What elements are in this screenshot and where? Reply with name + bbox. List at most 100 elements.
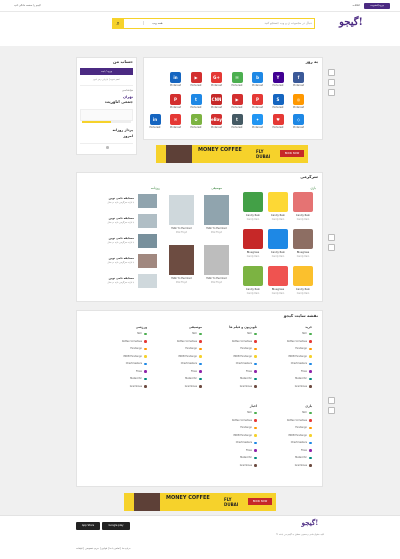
site-tile-label[interactable]: Pinterest	[290, 126, 308, 129]
game-thumbnail[interactable]	[293, 266, 313, 286]
album-cover[interactable]	[204, 195, 229, 225]
site-tile-icon[interactable]: f	[293, 72, 304, 83]
sitemap-link[interactable]: Fandango	[156, 347, 197, 351]
sitemap-link[interactable]: Metacritic	[266, 377, 307, 381]
google-play-badge[interactable]: Google play	[102, 522, 130, 530]
footer-logo[interactable]: گیجو!	[298, 517, 322, 529]
game-thumbnail[interactable]	[243, 192, 263, 212]
footer-links[interactable]: درباره ما | تماس با ما | قوانین | حریم خ…	[76, 547, 166, 551]
sitemap-link[interactable]: Nim	[266, 411, 307, 415]
sitemap-link[interactable]: Chartmasters	[266, 441, 307, 445]
sitemap-link[interactable]: Flixsi	[211, 370, 252, 374]
sitemap-link[interactable]: Gramlines	[101, 385, 142, 389]
logo[interactable]: گیجو!	[337, 14, 365, 31]
game-thumbnail[interactable]	[243, 266, 263, 286]
sitemap-link[interactable]: Nim	[211, 411, 252, 415]
site-tile-icon[interactable]: ✿	[190, 114, 202, 125]
sitemap-link[interactable]: Nim	[211, 332, 252, 336]
ad-cta[interactable]: BOOK NOW	[280, 150, 304, 157]
sitemap-link[interactable]: Chartmasters	[211, 362, 252, 366]
sitemap-link[interactable]: IMDB Fandango	[101, 355, 142, 359]
site-tile-icon[interactable]: ♥	[272, 114, 284, 125]
site-tile-label[interactable]: Pinterest	[146, 126, 164, 129]
site-tile-label[interactable]: Pinterest	[269, 126, 287, 129]
sitemap-link[interactable]: Chartmasters	[266, 362, 307, 366]
game-thumbnail[interactable]	[293, 229, 313, 249]
sitemap-link[interactable]: Nim	[101, 332, 142, 336]
site-tile-icon[interactable]: ◇	[293, 114, 304, 125]
login-button[interactable]: ورود / ثبت	[80, 68, 133, 75]
site-tile-label[interactable]: Pinterest	[249, 106, 267, 109]
sitemap-link[interactable]: Gramlines	[156, 385, 197, 389]
chat-icon-2[interactable]	[328, 244, 335, 251]
sitemap-link[interactable]: Fandango	[211, 426, 252, 430]
news-title[interactable]: مسابقه نامی نوین	[86, 196, 134, 200]
news-title[interactable]: مسابقه نامی نوین	[86, 276, 134, 280]
user-button[interactable]: ورود/عضویت	[364, 3, 390, 9]
site-tile-icon[interactable]: P	[170, 94, 181, 105]
app-store-badge[interactable]: App Store	[76, 522, 100, 530]
site-tile-label[interactable]: Pinterest	[269, 84, 287, 87]
sitemap-link[interactable]: Metacritic	[266, 456, 307, 460]
site-tile-label[interactable]: Pinterest	[228, 106, 246, 109]
bookmark-icon[interactable]	[328, 79, 335, 86]
site-tile-label[interactable]: Pinterest	[187, 126, 205, 129]
ad-cta[interactable]: BOOK NOW	[248, 498, 272, 505]
sitemap-link[interactable]: Gramlines	[211, 464, 252, 468]
site-tile-label[interactable]: Pinterest	[167, 106, 185, 109]
ad-banner-bottom[interactable]: MONEY COFFEE FLY DUBAI BOOK NOW	[124, 493, 276, 511]
sitemap-link[interactable]: Metacritic	[211, 456, 252, 460]
set-homepage-link[interactable]: گیجو را صفحه خانگی کنید	[14, 4, 54, 8]
sitemap-link[interactable]: Gramlines	[266, 464, 307, 468]
game-thumbnail[interactable]	[293, 192, 313, 212]
sitemap-link[interactable]: Metacritic	[211, 377, 252, 381]
site-tile-label[interactable]: Pinterest	[208, 106, 226, 109]
game-thumbnail[interactable]	[268, 266, 288, 286]
sitemap-link[interactable]: IMDB Fandango	[266, 434, 307, 438]
news-thumbnail[interactable]	[138, 274, 157, 288]
map-icon-2[interactable]	[328, 407, 335, 414]
site-tile-icon[interactable]: ▶	[231, 94, 243, 105]
news-thumbnail[interactable]	[138, 234, 157, 248]
sitemap-link[interactable]: Rotten tomatoes	[266, 419, 307, 423]
site-tile-icon[interactable]: in	[170, 72, 181, 83]
site-tile-icon[interactable]: S	[272, 94, 284, 105]
search-button[interactable]: ⌕	[112, 18, 124, 29]
sitemap-link[interactable]: IMDB Fandango	[211, 434, 252, 438]
site-tile-label[interactable]: Pinterest	[249, 84, 267, 87]
site-tile-icon[interactable]: ◎	[293, 94, 304, 105]
news-thumbnail[interactable]	[138, 254, 157, 268]
sitemap-link[interactable]: Flixsi	[211, 449, 252, 453]
sitemap-link[interactable]: Flixsi	[266, 370, 307, 374]
sitemap-link[interactable]: Gramlines	[266, 385, 307, 389]
site-tile-icon[interactable]: Y	[272, 72, 284, 83]
sitemap-link[interactable]: Rotten tomatoes	[266, 340, 307, 344]
game-thumbnail[interactable]	[268, 229, 288, 249]
register-link[interactable]: عضو شوید | بازیابی رمز عبور	[80, 78, 133, 82]
sitemap-link[interactable]: Flixsi	[156, 370, 197, 374]
game-thumbnail[interactable]	[243, 229, 263, 249]
site-tile-label[interactable]: Pinterest	[187, 106, 205, 109]
sitemap-link[interactable]: Metacritic	[101, 377, 142, 381]
sitemap-link[interactable]: Fandango	[266, 426, 307, 430]
sitemap-link[interactable]: Rotten tomatoes	[211, 419, 252, 423]
notifications-link[interactable]: اعلانات	[332, 4, 361, 8]
site-tile-label[interactable]: Pinterest	[208, 126, 226, 129]
site-tile-icon[interactable]: in	[149, 114, 161, 125]
site-tile-label[interactable]: Pinterest	[249, 126, 267, 129]
sitemap-link[interactable]: Nim	[266, 332, 307, 336]
sitemap-link[interactable]: Fandango	[211, 347, 252, 351]
site-tile-icon[interactable]: ✉	[170, 114, 181, 125]
site-tile-label[interactable]: Pinterest	[187, 84, 205, 87]
site-tile-label[interactable]: Pinterest	[228, 84, 246, 87]
site-tile-label[interactable]: Pinterest	[290, 106, 308, 109]
site-tile-icon[interactable]: G+	[211, 72, 222, 83]
album-cover[interactable]	[169, 245, 194, 275]
site-tile-icon[interactable]: ▶	[190, 72, 202, 83]
sitemap-link[interactable]: IMDB Fandango	[156, 355, 197, 359]
ad-banner[interactable]: MONEY COFFEE FLY DUBAI BOOK NOW	[156, 145, 308, 163]
sitemap-link[interactable]: Flixsi	[266, 449, 307, 453]
sitemap-link[interactable]: Fandango	[266, 347, 307, 351]
sitemap-link[interactable]: Flixsi	[101, 370, 142, 374]
game-thumbnail[interactable]	[268, 192, 288, 212]
